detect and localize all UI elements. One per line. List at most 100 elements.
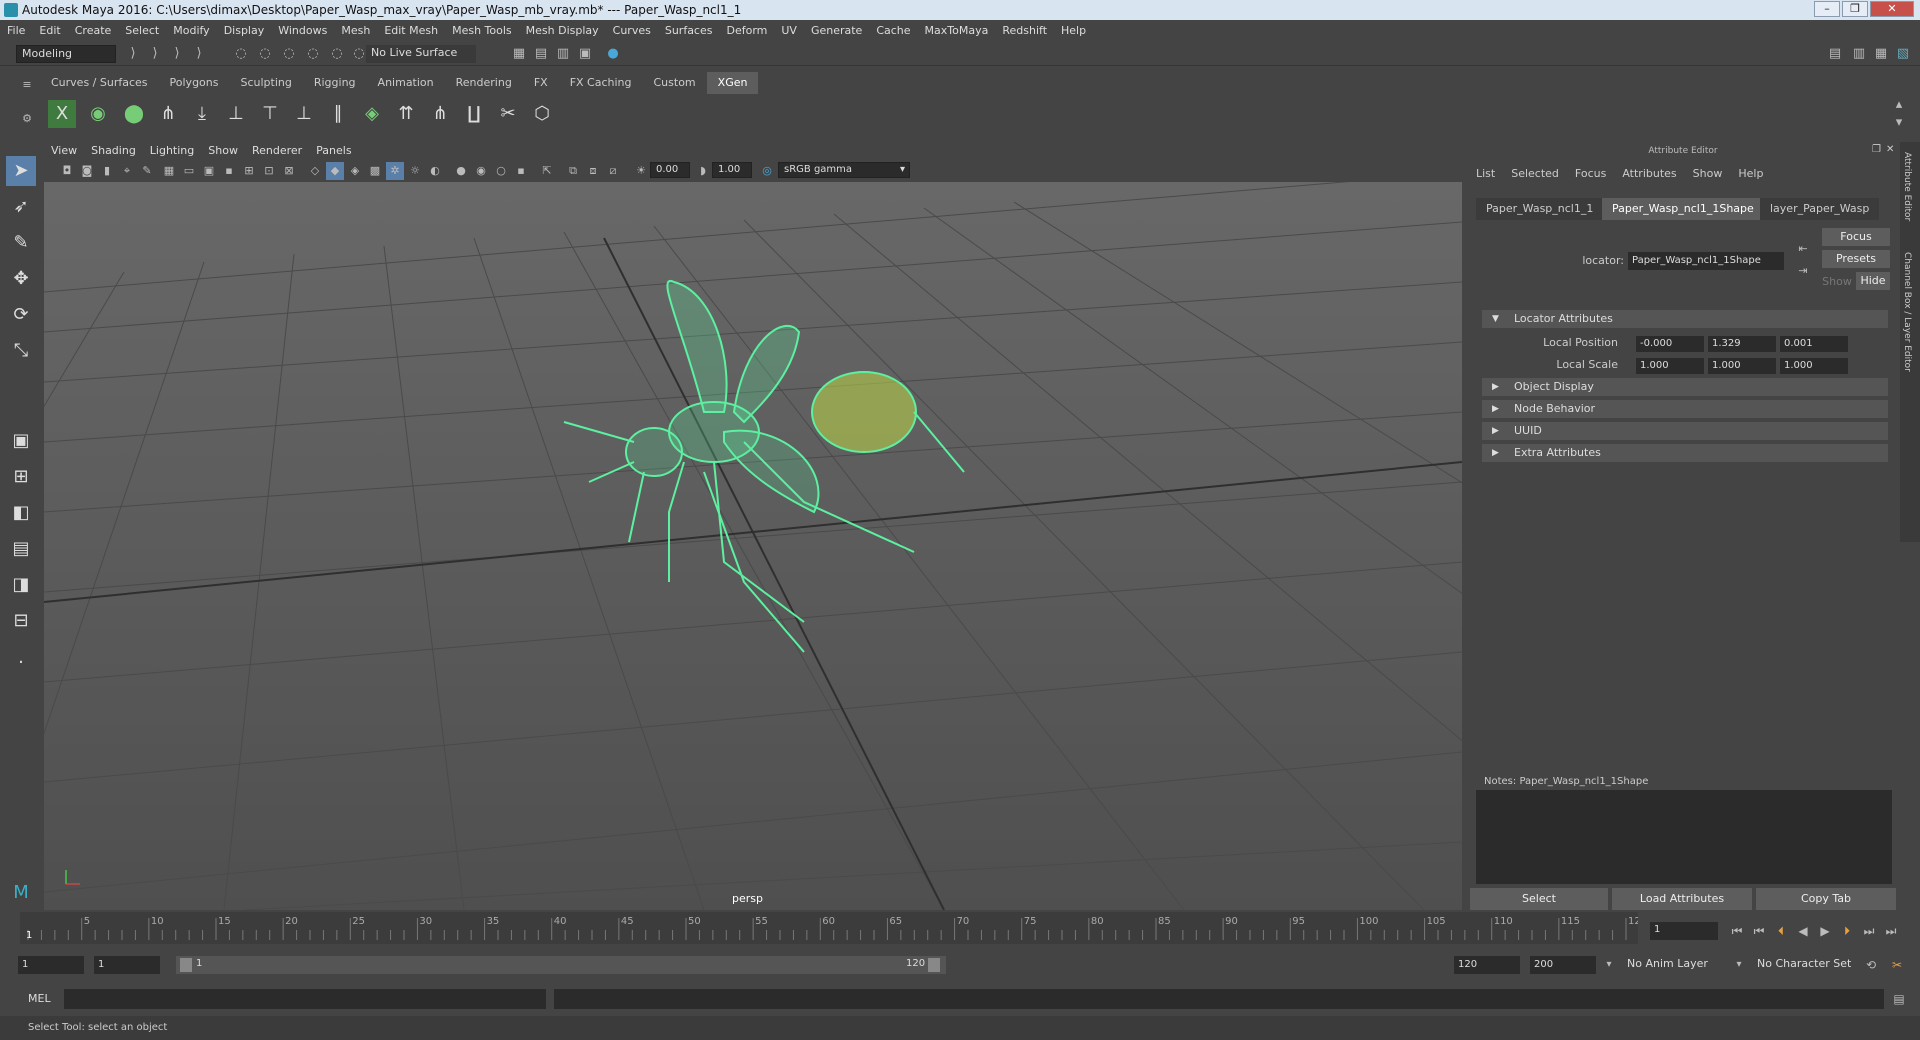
menu-curves[interactable]: Curves (606, 20, 658, 42)
ae-tab-layer[interactable]: layer_Paper_Wasp (1760, 198, 1880, 220)
local-position-x[interactable]: -0.000 (1636, 336, 1704, 352)
current-frame-field[interactable]: 1 (1650, 922, 1718, 940)
section-extra-attributes[interactable]: ▶ Extra Attributes (1482, 444, 1888, 462)
ae-menu-focus[interactable]: Focus (1567, 167, 1614, 180)
menu-maxtomaya[interactable]: MaxToMaya (918, 20, 996, 42)
ae-menu-list[interactable]: List (1468, 167, 1503, 180)
section-locator-attributes[interactable]: ▼ Locator Attributes (1482, 310, 1888, 328)
render-settings-icon[interactable]: ▥ (554, 45, 572, 63)
go-to-start-icon[interactable]: ⏮ (1728, 922, 1746, 940)
ae-menu-help[interactable]: Help (1730, 167, 1771, 180)
ae-hide-button[interactable]: Hide (1856, 272, 1890, 290)
shelf-tab-rigging[interactable]: Rigging (303, 72, 367, 94)
step-forward-frame-icon[interactable]: ⏵ (1838, 922, 1856, 940)
field-chart-icon[interactable]: ⊞ (240, 162, 258, 180)
ipr-render-icon[interactable]: ▤ (532, 45, 550, 63)
viewport-menu-panels[interactable]: Panels (309, 142, 358, 160)
grid-toggle-icon[interactable]: ▦ (160, 162, 178, 180)
locator-name-field[interactable]: Paper_Wasp_ncl1_1Shape (1628, 252, 1784, 270)
select-object-icon[interactable]: ◌ (256, 45, 274, 63)
perspective-viewport[interactable]: persp (44, 182, 1462, 910)
viewport-menu-show[interactable]: Show (201, 142, 245, 160)
side-tab-channel-box[interactable]: Channel Box / Layer Editor (1902, 252, 1912, 372)
ae-menu-show[interactable]: Show (1685, 167, 1731, 180)
render-current-icon[interactable]: ▦ (510, 45, 528, 63)
anim-layer-chevron-icon[interactable]: ▾ (1730, 956, 1748, 974)
film-gate-icon[interactable]: ▭ (180, 162, 198, 180)
ae-menu-selected[interactable]: Selected (1503, 167, 1567, 180)
undo-icon[interactable]: ⟩ (190, 45, 208, 63)
shelf-tab-polygons[interactable]: Polygons (159, 72, 230, 94)
playback-end-field[interactable]: 120 (1454, 956, 1520, 974)
xray-icon[interactable]: ◉ (472, 162, 490, 180)
lasso-tool-icon[interactable]: ➶ (6, 192, 36, 222)
shelf-tab-rendering[interactable]: Rendering (445, 72, 523, 94)
camera-attributes-icon[interactable]: ◙ (78, 162, 96, 180)
local-scale-y[interactable]: 1.000 (1708, 358, 1776, 374)
menu-surfaces[interactable]: Surfaces (658, 20, 720, 42)
xgen-comb-icon[interactable]: ∐ (460, 100, 488, 128)
attribute-editor-icon[interactable]: ▧ (1894, 45, 1912, 63)
menu-display[interactable]: Display (217, 20, 272, 42)
gamma-field[interactable]: 1.00 (712, 162, 752, 178)
animation-start-field[interactable]: 1 (18, 956, 84, 974)
xgen-layers-icon[interactable]: ◈ (358, 100, 386, 128)
scale-tool-icon[interactable]: ⤡ (6, 336, 36, 366)
grease-pencil-icon[interactable]: ✎ (138, 162, 156, 180)
move-tool-icon[interactable]: ✥ (6, 264, 36, 294)
ambient-occlusion-icon[interactable]: ◐ (426, 162, 444, 180)
resolution-gate-icon[interactable]: ▣ (200, 162, 218, 180)
xgen-create-description-icon[interactable]: ⬤ (120, 100, 148, 128)
textured-icon[interactable]: ▩ (366, 162, 384, 180)
xgen-editor-icon[interactable]: X (48, 100, 76, 128)
isolate-select-icon[interactable]: ● (452, 162, 470, 180)
colorspace-dropdown[interactable]: sRGB gamma ▾ (778, 162, 910, 178)
ae-select-button[interactable]: Select (1470, 888, 1608, 910)
new-scene-icon[interactable]: ⟩ (124, 45, 142, 63)
xray-joints-icon[interactable]: ○ (492, 162, 510, 180)
gate-mask-icon[interactable]: ▪ (220, 162, 238, 180)
section-uuid[interactable]: ▶ UUID (1482, 422, 1888, 440)
section-object-display[interactable]: ▶ Object Display (1482, 378, 1888, 396)
local-scale-x[interactable]: 1.000 (1636, 358, 1704, 374)
safe-action-icon[interactable]: ⊡ (260, 162, 278, 180)
go-to-output-icon[interactable]: ⇥ (1794, 262, 1812, 280)
menu-help[interactable]: Help (1054, 20, 1093, 42)
menu-windows[interactable]: Windows (271, 20, 334, 42)
snap-curve-icon[interactable]: ◌ (328, 45, 346, 63)
use-all-lights-icon[interactable]: ✲ (386, 162, 404, 180)
color-management-icon[interactable]: ◎ (758, 162, 776, 180)
paint-select-icon[interactable]: ✎ (6, 228, 36, 258)
anti-alias-icon[interactable]: ⧄ (604, 162, 622, 180)
shelf-tab-sculpting[interactable]: Sculpting (229, 72, 302, 94)
ae-menu-attributes[interactable]: Attributes (1614, 167, 1684, 180)
hypershade-icon[interactable]: ▣ (576, 45, 594, 63)
step-back-frame-icon[interactable]: ⏴ (1772, 922, 1790, 940)
ae-focus-button[interactable]: Focus (1822, 228, 1890, 246)
ae-tab-transform[interactable]: Paper_Wasp_ncl1_1 (1476, 198, 1604, 220)
shelf-tab-fx-caching[interactable]: FX Caching (559, 72, 643, 94)
wireframe-on-shaded-icon[interactable]: ◈ (346, 162, 364, 180)
command-input[interactable] (64, 989, 546, 1009)
range-options-chevron-icon[interactable]: ▾ (1600, 956, 1618, 974)
menu-edit[interactable]: Edit (32, 20, 67, 42)
menu-modify[interactable]: Modify (166, 20, 216, 42)
rotate-tool-icon[interactable]: ⟳ (6, 300, 36, 330)
render-view-icon[interactable]: ● (604, 45, 622, 63)
outliner-icon[interactable]: ▥ (1850, 45, 1868, 63)
xgen-lock-length-icon[interactable]: ⊥ (290, 100, 318, 128)
play-forwards-icon[interactable]: ▶ (1816, 922, 1834, 940)
ae-presets-button[interactable]: Presets (1822, 250, 1890, 268)
auto-key-icon[interactable]: ⟲ (1862, 956, 1880, 974)
local-scale-z[interactable]: 1.000 (1780, 358, 1848, 374)
animation-end-field[interactable]: 200 (1530, 956, 1596, 974)
shelf-tab-animation[interactable]: Animation (367, 72, 445, 94)
select-tool-icon[interactable]: ➤ (6, 156, 36, 186)
anim-layer-dropdown[interactable]: No Anim Layer (1622, 956, 1742, 974)
gamma-icon[interactable]: ◗ (694, 162, 712, 180)
shelf-tab-xgen[interactable]: XGen (706, 72, 759, 94)
play-backwards-icon[interactable]: ◀ (1794, 922, 1812, 940)
menu-mesh-tools[interactable]: Mesh Tools (445, 20, 519, 42)
select-component-icon[interactable]: ◌ (280, 45, 298, 63)
snap-grid-icon[interactable]: ◌ (304, 45, 322, 63)
